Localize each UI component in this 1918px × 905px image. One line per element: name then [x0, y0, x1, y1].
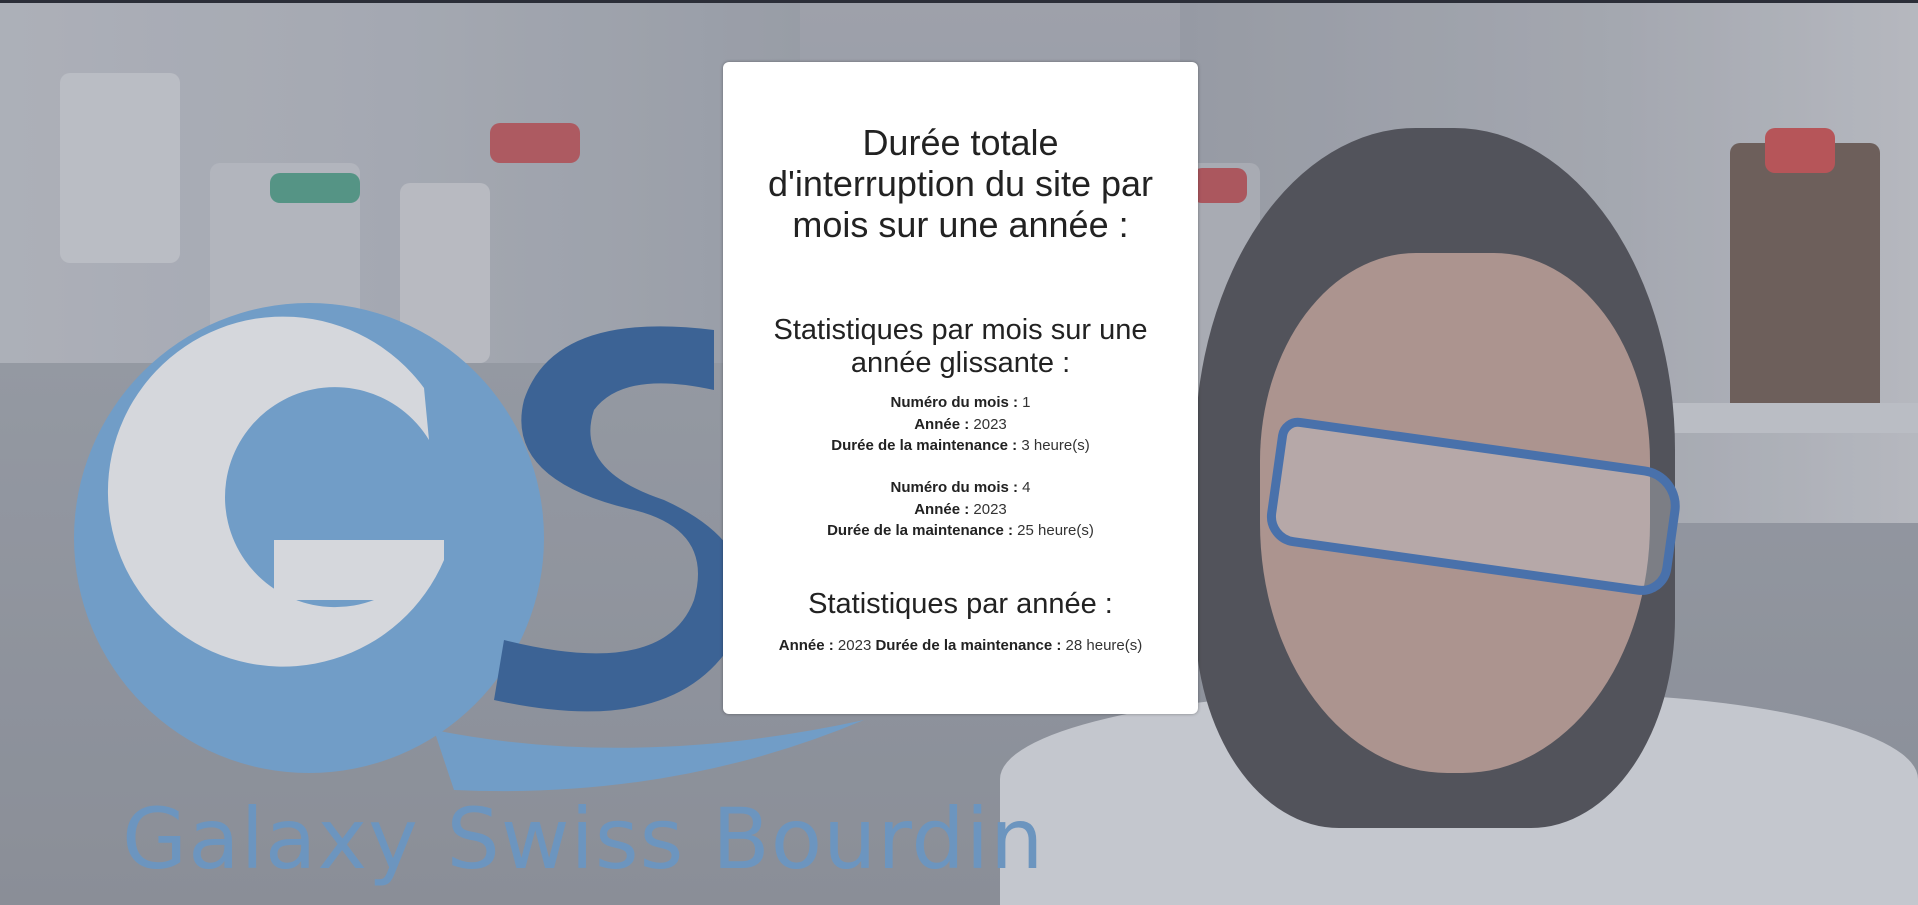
duration-line: Durée de la maintenance : 25 heure(s) — [723, 520, 1198, 542]
yearly-year-value: 2023 — [837, 637, 872, 654]
month-label: Numéro du mois : — [890, 394, 1018, 411]
year-value: 2023 — [973, 415, 1007, 433]
month-value: 4 — [1022, 479, 1031, 496]
month-line: Numéro du mois : 4 — [723, 477, 1198, 499]
year-label: Année : — [914, 500, 970, 518]
monthly-record: Numéro du mois : 1 Année : 2023 Durée de… — [723, 392, 1198, 457]
page-title: Durée totale d'interruption du site par … — [767, 122, 1154, 245]
year-value: 2023 — [973, 500, 1007, 518]
yearly-duration-value: 28 heure(s) — [1065, 637, 1143, 654]
yearly-stats-title: Statistiques par année : — [808, 588, 1113, 620]
year-line: Année : 2023 — [723, 414, 1198, 436]
duration-value: 3 heure(s) — [1021, 437, 1090, 454]
duration-label: Durée de la maintenance : — [827, 522, 1013, 539]
year-line: Année : 2023 — [723, 499, 1198, 521]
duration-value: 25 heure(s) — [1017, 522, 1094, 539]
duration-label: Durée de la maintenance : — [831, 437, 1018, 454]
yearly-duration-label: Durée de la maintenance : — [875, 637, 1062, 654]
stats-card: Durée totale d'interruption du site par … — [723, 62, 1198, 714]
duration-line: Durée de la maintenance : 3 heure(s) — [723, 435, 1198, 457]
monthly-record: Numéro du mois : 4 Année : 2023 Durée de… — [723, 477, 1198, 542]
month-value: 1 — [1022, 394, 1031, 411]
yearly-record: Année : 2023 Durée de la maintenance : 2… — [723, 635, 1198, 656]
month-label: Numéro du mois : — [890, 479, 1018, 496]
yearly-year-label: Année : — [778, 637, 834, 654]
year-label: Année : — [914, 415, 970, 433]
month-line: Numéro du mois : 1 — [723, 392, 1198, 414]
monthly-stats-title: Statistiques par mois sur une année glis… — [773, 314, 1148, 379]
